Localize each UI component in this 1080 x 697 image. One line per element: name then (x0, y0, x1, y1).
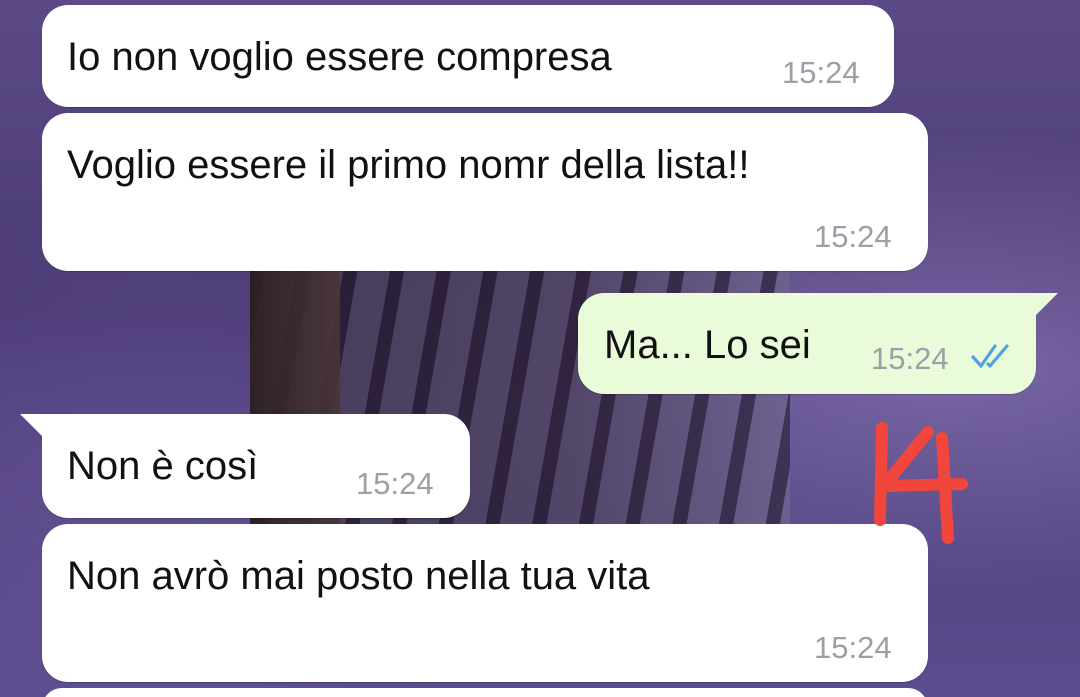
bubble-tail-outgoing (1036, 293, 1058, 315)
message-bubble-incoming[interactable]: Non avrò mai posto nella tua vita 15:24 (42, 524, 928, 682)
message-text: Voglio essere il primo nomr della lista!… (67, 143, 750, 187)
handwritten-annotation (874, 422, 968, 544)
message-bubble-incoming[interactable]: Voglio essere il primo nomr della lista!… (42, 113, 928, 271)
read-receipt-icon (971, 344, 1009, 368)
message-text: Non è così (67, 444, 259, 488)
message-text: Ma... Lo sei (604, 323, 811, 367)
message-bubble-incoming[interactable]: Io non voglio essere compresa 15:24 (42, 5, 894, 107)
message-time: 15:24 (814, 630, 892, 665)
message-text: Non avrò mai posto nella tua vita (67, 554, 650, 598)
message-time: 15:24 (782, 55, 860, 90)
message-time: 15:24 (814, 219, 892, 254)
message-time: 15:24 (871, 341, 949, 376)
bubble-tail-incoming (20, 414, 42, 436)
message-bubble-outgoing[interactable]: Ma... Lo sei 15:24 (578, 293, 1036, 394)
partial-message-bubble-bottom (42, 688, 928, 697)
message-time: 15:24 (356, 466, 434, 501)
message-text: Io non voglio essere compresa (67, 35, 612, 79)
message-bubble-incoming[interactable]: Non è così 15:24 (42, 414, 470, 518)
